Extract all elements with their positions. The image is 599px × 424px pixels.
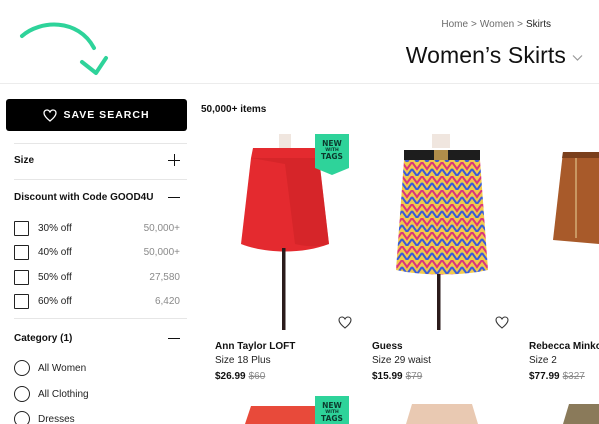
breadcrumb-separator: > — [471, 19, 477, 30]
page-title: Women’s Skirts — [405, 42, 566, 68]
product-image[interactable] — [529, 134, 599, 330]
category-option-label: All Clothing — [38, 388, 89, 400]
discount-checkbox[interactable] — [14, 244, 29, 260]
breadcrumb-current: Skirts — [526, 19, 551, 30]
product-current-price: $15.99 — [372, 371, 403, 382]
discount-option-label: 60% off — [38, 295, 72, 307]
discount-option-label: 30% off — [38, 222, 72, 234]
curved-arrow-icon — [20, 22, 108, 75]
heart-icon[interactable] — [495, 316, 509, 329]
breadcrumb-home[interactable]: Home — [441, 19, 468, 30]
filter-divider — [14, 179, 187, 180]
discount-option-60[interactable]: 60% off 6,420 — [14, 292, 180, 310]
category-radio[interactable] — [14, 386, 30, 402]
badge-line-new: NEW — [322, 401, 342, 410]
product-card[interactable]: Guess Size 29 waist $15.99 $79 — [372, 134, 522, 394]
badge-line-tags: TAGS — [321, 152, 343, 161]
discount-checkbox[interactable] — [14, 269, 29, 285]
discount-option-count: 50,000+ — [143, 246, 180, 258]
filter-discount-label: Discount with Code GOOD4U — [14, 191, 154, 203]
category-option-label: All Women — [38, 362, 87, 374]
discount-checkbox[interactable] — [14, 220, 29, 236]
discount-option-30[interactable]: 30% off 50,000+ — [14, 219, 180, 237]
discount-checkbox[interactable] — [14, 293, 29, 309]
filter-category-header[interactable]: Category (1) — [14, 332, 180, 344]
filter-divider — [14, 143, 187, 144]
discount-option-label: 40% off — [38, 246, 72, 258]
category-option-all-clothing[interactable]: All Clothing — [14, 385, 180, 403]
breadcrumb: Home > Women > Skirts — [441, 19, 551, 30]
discount-option-50[interactable]: 50% off 27,580 — [14, 268, 180, 286]
page-title-dropdown[interactable]: Women’s Skirts — [406, 42, 583, 69]
product-brand: Guess — [372, 341, 403, 352]
discount-option-count: 27,580 — [149, 271, 180, 283]
filter-discount-header[interactable]: Discount with Code GOOD4U — [14, 191, 180, 203]
product-price: $15.99 $79 — [372, 371, 422, 382]
save-search-label: SAVE SEARCH — [63, 109, 150, 121]
discount-option-label: 50% off — [38, 271, 72, 283]
filter-size-header[interactable]: Size — [14, 154, 180, 166]
product-original-price: $79 — [405, 371, 423, 382]
breadcrumb-women[interactable]: Women — [480, 19, 514, 30]
product-current-price: $77.99 — [529, 371, 560, 382]
discount-option-count: 6,420 — [154, 295, 180, 307]
results-count: 50,000+ items — [201, 104, 267, 115]
category-radio[interactable] — [14, 411, 30, 424]
header-divider — [0, 83, 599, 84]
category-radio[interactable] — [14, 360, 30, 376]
chevron-down-icon — [572, 54, 583, 61]
new-with-tags-badge: NEW WITH TAGS — [315, 396, 349, 424]
product-card[interactable]: NEW WITH TAGS Ann Taylor LOFT Size 18 Pl… — [215, 134, 365, 394]
product-card[interactable] — [529, 396, 599, 424]
filter-size-label: Size — [14, 154, 35, 166]
product-size: Size 2 — [529, 355, 557, 366]
filter-divider — [14, 318, 187, 319]
category-option-all-women[interactable]: All Women — [14, 359, 180, 377]
badge-line-new: NEW — [322, 139, 342, 148]
discount-option-count: 50,000+ — [143, 222, 180, 234]
badge-line-tags: TAGS — [321, 414, 343, 423]
minus-icon — [168, 191, 180, 203]
plus-icon — [168, 154, 180, 166]
filter-category-label: Category (1) — [14, 332, 73, 344]
product-size: Size 29 waist — [372, 355, 431, 366]
heart-icon — [43, 108, 58, 122]
product-card[interactable] — [372, 396, 512, 424]
save-search-button[interactable]: SAVE SEARCH — [6, 99, 187, 131]
category-option-label: Dresses — [38, 413, 75, 424]
product-image[interactable] — [529, 396, 599, 424]
product-image[interactable] — [372, 396, 512, 424]
product-size: Size 18 Plus — [215, 355, 271, 366]
product-brand: Rebecca Minkoff — [529, 341, 599, 352]
category-option-dresses[interactable]: Dresses — [14, 410, 180, 424]
product-brand: Ann Taylor LOFT — [215, 341, 296, 352]
minus-icon — [168, 332, 180, 344]
breadcrumb-separator: > — [517, 19, 523, 30]
product-price: $26.99 $60 — [215, 371, 265, 382]
product-price: $77.99 $327 — [529, 371, 585, 382]
new-with-tags-badge: NEW WITH TAGS — [315, 134, 349, 175]
product-image[interactable] — [372, 134, 512, 330]
product-original-price: $60 — [248, 371, 266, 382]
product-card[interactable]: NEW WITH TAGS — [215, 396, 355, 424]
product-original-price: $327 — [562, 371, 585, 382]
product-current-price: $26.99 — [215, 371, 246, 382]
heart-icon[interactable] — [338, 316, 352, 329]
product-card[interactable]: Rebecca Minkoff Size 2 $77.99$327 — [529, 134, 599, 394]
discount-option-40[interactable]: 40% off 50,000+ — [14, 243, 180, 261]
